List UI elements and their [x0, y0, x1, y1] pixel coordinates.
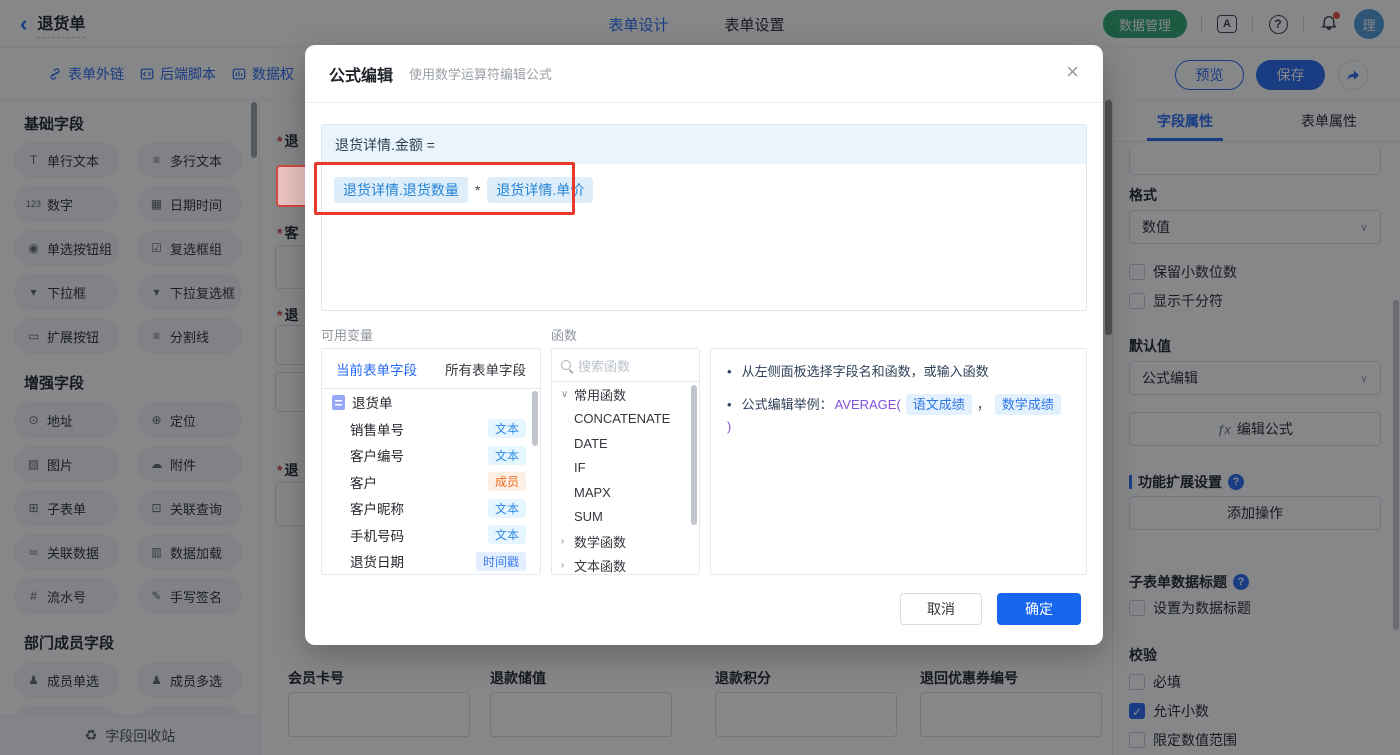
variable-row[interactable]: 客户编号 文本	[322, 442, 540, 469]
function-item[interactable]: SUM	[552, 505, 699, 530]
example-function-close: )	[727, 419, 732, 434]
type-tag: 文本	[487, 445, 526, 465]
formula-target: 退货详情.金额 =	[322, 125, 1086, 164]
tips-panel: • 从左侧面板选择字段名和函数，或输入函数 • 公式编辑举例： AVERAGE(…	[710, 348, 1087, 575]
tab-all-form-fields[interactable]: 所有表单字段	[431, 349, 540, 388]
functions-section-label: 函数	[551, 328, 578, 343]
variable-tree-root[interactable]: 退货单	[322, 389, 540, 416]
function-group-text[interactable]: › 文本函数	[552, 554, 699, 574]
tab-current-form-fields[interactable]: 当前表单字段	[322, 349, 431, 388]
form-doc-icon	[332, 394, 345, 410]
variable-row[interactable]: 退货日期 时间戳	[322, 548, 540, 574]
tip-line-2: • 公式编辑举例： AVERAGE( 语文成绩 ， 数学成绩 )	[727, 393, 1070, 437]
modal-subtitle: 使用数学运算符编辑公式	[409, 67, 553, 82]
formula-operator: *	[474, 182, 481, 198]
example-arg-2: 数学成绩	[994, 393, 1061, 415]
functions-panel: 搜索函数 ∨ 常用函数 CONCATENATE DATE IF MAPX SUM …	[551, 348, 700, 575]
variables-tabs: 当前表单字段 所有表单字段	[322, 349, 540, 389]
formula-edit-modal: 公式编辑 使用数学运算符编辑公式 × 退货详情.金额 = 退货详情.退货数量 *…	[305, 45, 1103, 645]
function-item[interactable]: CONCATENATE	[552, 407, 699, 432]
formula-token-unit-price[interactable]: 退货详情.单价	[487, 177, 594, 203]
close-icon[interactable]: ×	[1066, 61, 1079, 83]
variable-row[interactable]: 手机号码 文本	[322, 522, 540, 549]
function-item[interactable]: MAPX	[552, 480, 699, 505]
variables-panel: 当前表单字段 所有表单字段 退货单 销售单号 文本 客户编号 文本 客户 成员 客户昵…	[321, 348, 541, 575]
function-item[interactable]: IF	[552, 456, 699, 481]
variables-scrollbar[interactable]	[532, 391, 538, 446]
formula-token-quantity[interactable]: 退货详情.退货数量	[334, 177, 468, 203]
type-tag: 成员	[487, 472, 526, 492]
variable-row[interactable]: 销售单号 文本	[322, 416, 540, 443]
type-tag: 文本	[487, 525, 526, 545]
type-tag: 文本	[487, 419, 526, 439]
formula-editor[interactable]: 退货详情.金额 = 退货详情.退货数量 * 退货详情.单价	[321, 124, 1087, 311]
function-group-math[interactable]: › 数学函数	[552, 529, 699, 554]
confirm-button[interactable]: 确定	[997, 593, 1081, 625]
cancel-button[interactable]: 取消	[900, 593, 982, 625]
function-item[interactable]: DATE	[552, 431, 699, 456]
app-window: ‹ 退货单 表单设计 表单设置 数据管理 A ? 理 表单外链 后端脚本	[0, 0, 1400, 755]
modal-header: 公式编辑 使用数学运算符编辑公式 ×	[305, 45, 1103, 103]
variables-section-label: 可用变量	[321, 328, 374, 343]
search-icon	[561, 360, 571, 370]
formula-expression: 退货详情.退货数量 * 退货详情.单价	[322, 164, 1086, 216]
example-function-open: AVERAGE(	[834, 396, 901, 412]
variable-row[interactable]: 客户昵称 文本	[322, 495, 540, 522]
functions-scrollbar[interactable]	[691, 385, 697, 525]
example-arg-1: 语文成绩	[905, 393, 972, 415]
function-group-common[interactable]: ∨ 常用函数	[552, 382, 699, 407]
variable-row[interactable]: 客户 成员	[322, 469, 540, 496]
tip-line-1: • 从左侧面板选择字段名和函数，或输入函数	[727, 364, 989, 379]
function-search-input[interactable]: 搜索函数	[552, 349, 699, 382]
type-tag: 文本	[487, 498, 526, 518]
type-tag: 时间戳	[475, 551, 526, 571]
modal-title: 公式编辑	[329, 67, 394, 85]
